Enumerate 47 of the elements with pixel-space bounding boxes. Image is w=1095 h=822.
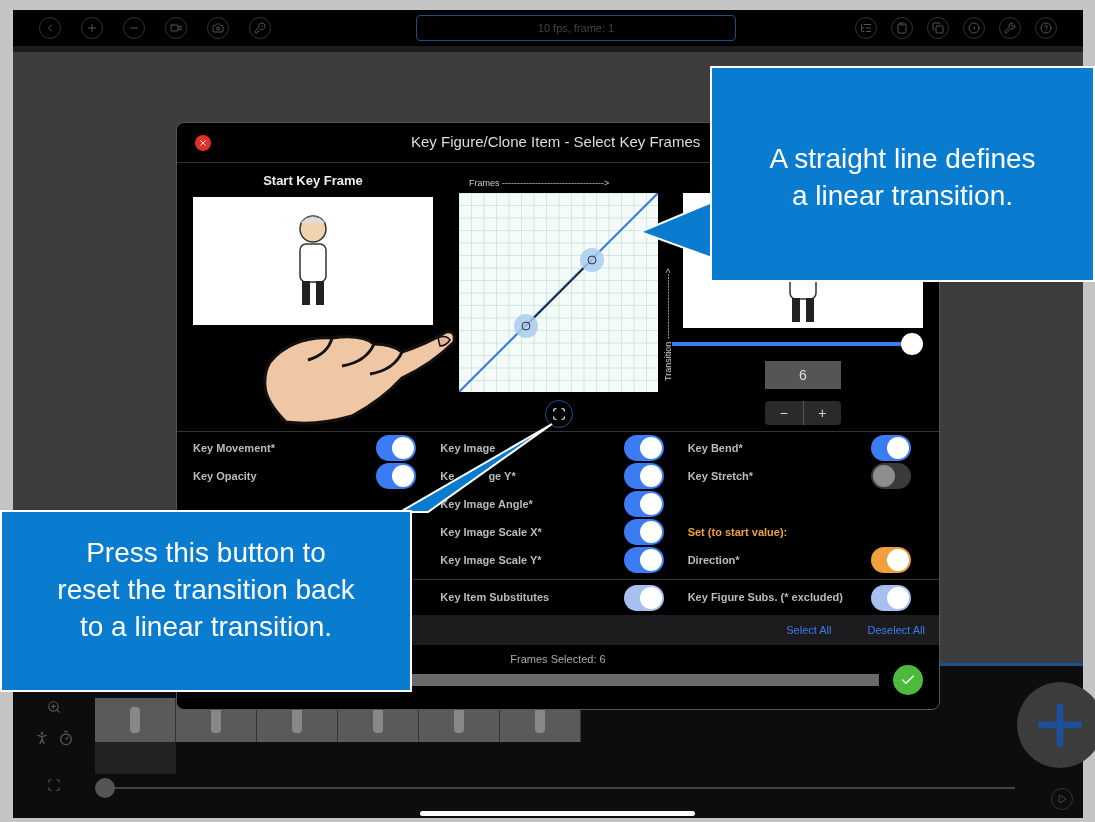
toggle-label: Direction* <box>687 552 740 568</box>
toggle-switch[interactable] <box>376 435 417 461</box>
transition-graph[interactable] <box>459 192 658 392</box>
toggle-switch[interactable] <box>623 547 664 573</box>
toggle-label: ge Y* <box>488 468 516 484</box>
select-all-link[interactable]: Select All <box>786 621 832 639</box>
timer-icon[interactable] <box>58 730 74 746</box>
toggle-switch[interactable] <box>623 584 664 611</box>
frame-value-field[interactable]: 6 <box>765 361 841 389</box>
toggle-switch[interactable] <box>623 463 664 489</box>
toggle-switch[interactable] <box>623 519 664 545</box>
toggle-label: Key Image Scale X* <box>440 524 542 540</box>
frames-selected-text: Frames Selected: 6 <box>510 652 606 667</box>
toggle-switch[interactable] <box>871 547 911 573</box>
toggle-switch[interactable] <box>623 435 664 461</box>
start-frame-label: Start Key Frame <box>263 172 363 190</box>
toggle-label: Key Stretch* <box>687 468 754 484</box>
deselect-all-link[interactable]: Deselect All <box>867 621 925 639</box>
toggle-label: Ke <box>440 468 455 484</box>
close-icon <box>198 137 208 148</box>
increment-button[interactable]: + <box>803 401 841 425</box>
toggle-switch[interactable] <box>623 491 664 517</box>
section-heading: Set (to start value): <box>687 524 789 540</box>
dialog-title: Key Figure/Clone Item - Select Key Frames <box>411 132 701 153</box>
toggle-switch[interactable] <box>376 463 417 489</box>
confirm-button[interactable] <box>893 665 923 695</box>
toggle-label: Key Image <box>440 440 496 456</box>
toggle-label: Key Bend* <box>687 440 743 456</box>
decrement-button[interactable]: − <box>765 401 804 425</box>
toggle-switch[interactable] <box>871 435 911 461</box>
toggle-label: Key Image Scale Y* <box>440 552 542 568</box>
frame-thumbnail[interactable] <box>95 698 176 742</box>
status-display: 10 fps, frame: 1 <box>416 15 736 41</box>
toggle-label: Key Item Substitutes <box>440 590 551 606</box>
toggle-label: Key Movement* <box>193 440 275 456</box>
figure-icon[interactable] <box>34 730 50 746</box>
toggle-label: Key Figure Subs. (* excluded) <box>687 590 844 606</box>
transition-axis-label: Transition ----------------------> <box>662 266 674 381</box>
toggle-label: Key Opacity <box>193 468 257 484</box>
frame-corners-icon <box>552 406 566 421</box>
toggle-switch[interactable] <box>871 584 911 611</box>
toggle-switch[interactable] <box>871 463 911 489</box>
zoom-icon[interactable] <box>47 700 61 714</box>
callout-box: A straight line defines a linear transition. <box>710 66 1095 282</box>
frames-axis-label: Frames ----------------------------------> <box>469 177 611 190</box>
close-button[interactable] <box>195 134 211 151</box>
callout-box: Press this button to reset the transition back to a linear transition. <box>0 510 412 692</box>
